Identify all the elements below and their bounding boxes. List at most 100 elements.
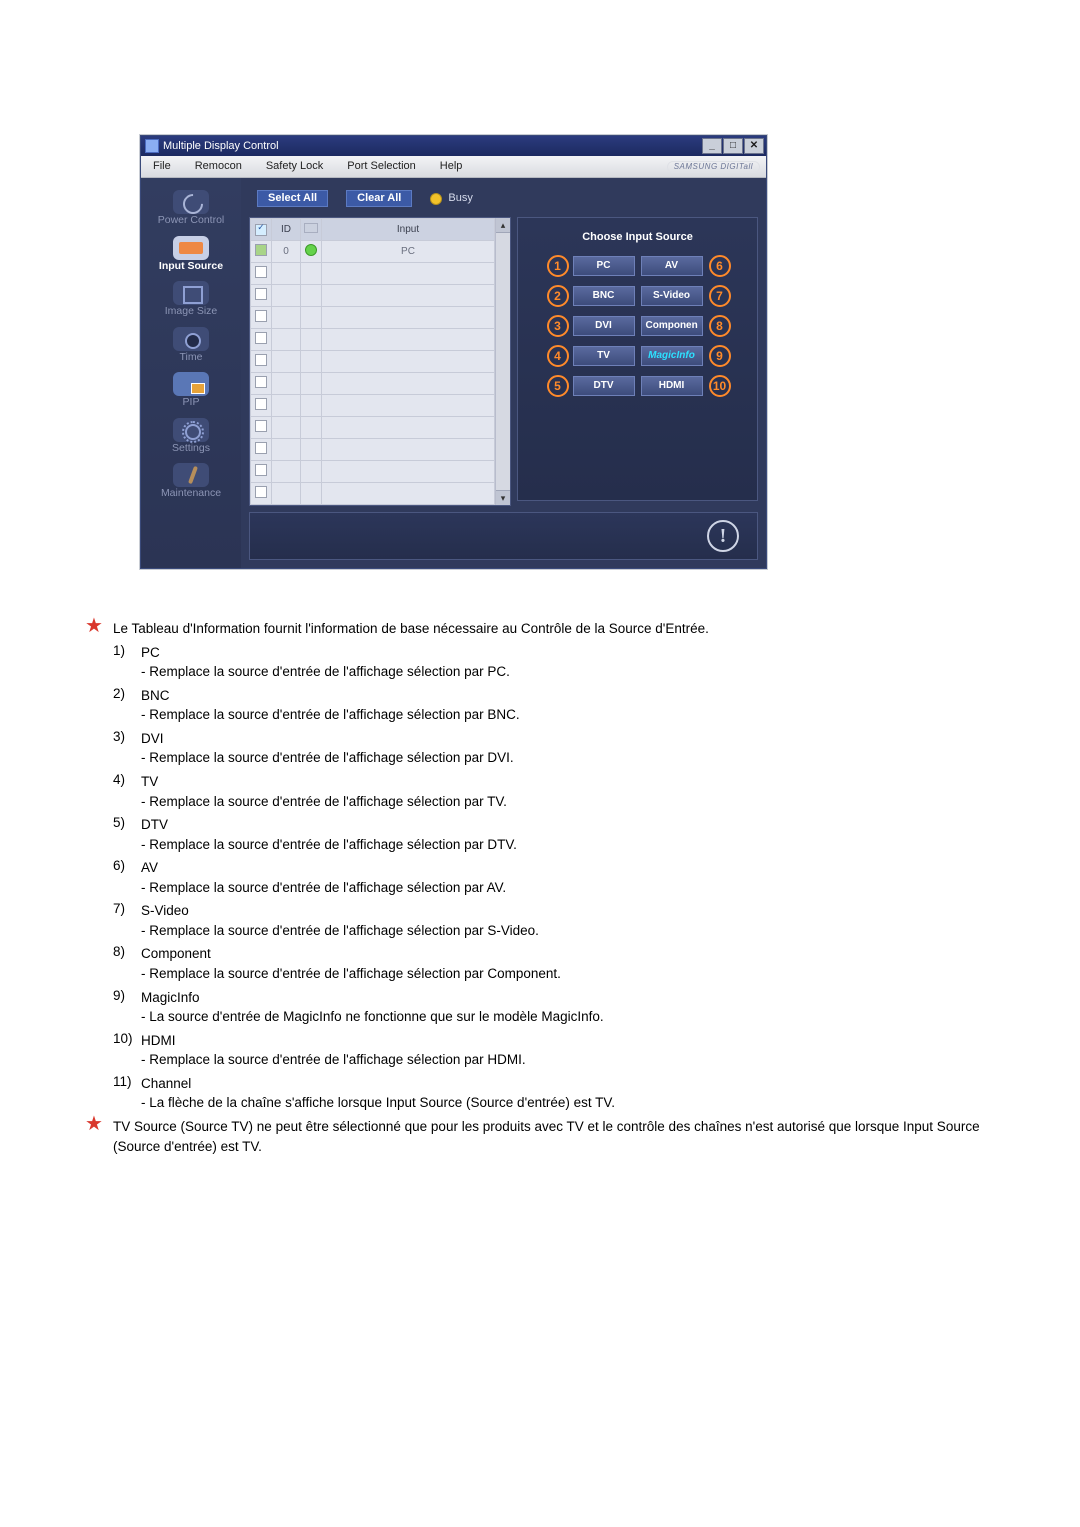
doc-item: 9)MagicInfo- La source d'entrée de Magic… xyxy=(85,988,995,1027)
grid-row[interactable] xyxy=(251,285,495,307)
status-col-icon xyxy=(304,223,318,233)
star-icon: ★ xyxy=(85,1113,103,1135)
menu-safety-lock[interactable]: Safety Lock xyxy=(254,156,335,177)
source-dvi-button[interactable]: DVI xyxy=(573,316,635,336)
row-id: 0 xyxy=(272,241,301,263)
grid-scrollbar[interactable]: ▴ ▾ xyxy=(495,218,510,505)
row-check-icon[interactable] xyxy=(255,244,267,256)
clear-all-button[interactable]: Clear All xyxy=(346,190,412,207)
sidebar-item-pip[interactable]: PIP xyxy=(147,368,235,412)
grid-header: ID Input xyxy=(251,219,495,241)
source-hdmi-button[interactable]: HDMI xyxy=(641,376,703,396)
menu-help[interactable]: Help xyxy=(428,156,475,177)
doc-footnote: TV Source (Source TV) ne peut être sélec… xyxy=(113,1117,995,1156)
doc-item-desc: - Remplace la source d'entrée de l'affic… xyxy=(141,835,517,855)
doc-item-desc: - Remplace la source d'entrée de l'affic… xyxy=(141,921,539,941)
menu-file[interactable]: File xyxy=(141,156,183,177)
titlebar: Multiple Display Control _ □ ✕ xyxy=(141,136,766,156)
grid-row[interactable] xyxy=(251,461,495,483)
scroll-up-button[interactable]: ▴ xyxy=(496,218,510,233)
menu-port-selection[interactable]: Port Selection xyxy=(335,156,427,177)
doc-item-number: 2) xyxy=(113,686,141,701)
sidebar-item-power[interactable]: Power Control xyxy=(147,186,235,230)
source-magicinfo-button[interactable]: MagicInfo xyxy=(641,346,703,366)
grid-row[interactable] xyxy=(251,329,495,351)
input-source-panel: Choose Input Source 1 PC AV 6 2 BNC S-Vi… xyxy=(517,217,758,501)
grid-row[interactable] xyxy=(251,307,495,329)
doc-item: 11)Channel- La flèche de la chaîne s'aff… xyxy=(85,1074,995,1113)
source-av-button[interactable]: AV xyxy=(641,256,703,276)
source-pc-button[interactable]: PC xyxy=(573,256,635,276)
doc-item: 6)AV- Remplace la source d'entrée de l'a… xyxy=(85,858,995,897)
info-icon[interactable]: ! xyxy=(707,520,739,552)
grid-row[interactable] xyxy=(251,351,495,373)
doc-item-desc: - Remplace la source d'entrée de l'affic… xyxy=(141,662,510,682)
doc-item: 10)HDMI- Remplace la source d'entrée de … xyxy=(85,1031,995,1070)
row-check-icon[interactable] xyxy=(255,486,267,498)
grid-row[interactable] xyxy=(251,263,495,285)
source-bnc-button[interactable]: BNC xyxy=(573,286,635,306)
display-grid: ID Input 0 PC xyxy=(249,217,511,506)
status-bar: ! xyxy=(249,512,758,560)
sidebar-label: Power Control xyxy=(147,215,235,226)
row-check-icon[interactable] xyxy=(255,266,267,278)
menubar: File Remocon Safety Lock Port Selection … xyxy=(141,156,766,178)
sidebar-item-settings[interactable]: Settings xyxy=(147,414,235,458)
sidebar-item-maintenance[interactable]: Maintenance xyxy=(147,459,235,503)
source-component-button[interactable]: Componen xyxy=(641,316,703,336)
doc-intro: Le Tableau d'Information fournit l'infor… xyxy=(113,619,709,639)
sidebar-item-image-size[interactable]: Image Size xyxy=(147,277,235,321)
row-check-icon[interactable] xyxy=(255,332,267,344)
doc-item-desc: - Remplace la source d'entrée de l'affic… xyxy=(141,1050,526,1070)
row-check-icon[interactable] xyxy=(255,354,267,366)
doc-item-desc: - Remplace la source d'entrée de l'affic… xyxy=(141,878,506,898)
doc-item-number: 7) xyxy=(113,901,141,916)
doc-item-desc: - Remplace la source d'entrée de l'affic… xyxy=(141,748,514,768)
sidebar-item-time[interactable]: Time xyxy=(147,323,235,367)
sidebar: Power Control Input Source Image Size Ti… xyxy=(141,178,241,568)
row-check-icon[interactable] xyxy=(255,420,267,432)
sidebar-item-input-source[interactable]: Input Source xyxy=(147,232,235,276)
row-check-icon[interactable] xyxy=(255,442,267,454)
doc-item-number: 3) xyxy=(113,729,141,744)
row-check-icon[interactable] xyxy=(255,288,267,300)
maximize-button[interactable]: □ xyxy=(723,138,743,154)
doc-item-label: BNC xyxy=(141,686,520,706)
app-title: Multiple Display Control xyxy=(163,141,279,152)
row-check-icon[interactable] xyxy=(255,398,267,410)
doc-item-label: HDMI xyxy=(141,1031,526,1051)
callout-6: 6 xyxy=(709,255,731,277)
grid-row[interactable] xyxy=(251,417,495,439)
source-tv-button[interactable]: TV xyxy=(573,346,635,366)
doc-item-label: TV xyxy=(141,772,507,792)
grid-row[interactable] xyxy=(251,373,495,395)
doc-item-number: 6) xyxy=(113,858,141,873)
minimize-button[interactable]: _ xyxy=(702,138,722,154)
grid-row[interactable]: 0 PC xyxy=(251,241,495,263)
grid-row[interactable] xyxy=(251,439,495,461)
grid-row[interactable] xyxy=(251,395,495,417)
row-input: PC xyxy=(322,241,495,263)
doc-item: 1)PC- Remplace la source d'entrée de l'a… xyxy=(85,643,995,682)
grid-row[interactable] xyxy=(251,483,495,505)
row-check-icon[interactable] xyxy=(255,310,267,322)
doc-item: 2)BNC- Remplace la source d'entrée de l'… xyxy=(85,686,995,725)
select-all-button[interactable]: Select All xyxy=(257,190,328,207)
scroll-down-button[interactable]: ▾ xyxy=(496,490,510,505)
menu-remocon[interactable]: Remocon xyxy=(183,156,254,177)
doc-item-number: 9) xyxy=(113,988,141,1003)
doc-item-desc: - Remplace la source d'entrée de l'affic… xyxy=(141,705,520,725)
toolbar: Select All Clear All Busy xyxy=(249,188,758,211)
callout-10: 10 xyxy=(709,375,731,397)
source-dtv-button[interactable]: DTV xyxy=(573,376,635,396)
close-button[interactable]: ✕ xyxy=(744,138,764,154)
doc-item: 4)TV- Remplace la source d'entrée de l'a… xyxy=(85,772,995,811)
source-svideo-button[interactable]: S-Video xyxy=(641,286,703,306)
row-check-icon[interactable] xyxy=(255,464,267,476)
brand-label: SAMSUNG DIGITall xyxy=(667,161,760,173)
callout-1: 1 xyxy=(547,255,569,277)
check-all-icon[interactable] xyxy=(255,224,267,236)
doc-item-label: MagicInfo xyxy=(141,988,604,1008)
row-check-icon[interactable] xyxy=(255,376,267,388)
doc-item-label: AV xyxy=(141,858,506,878)
